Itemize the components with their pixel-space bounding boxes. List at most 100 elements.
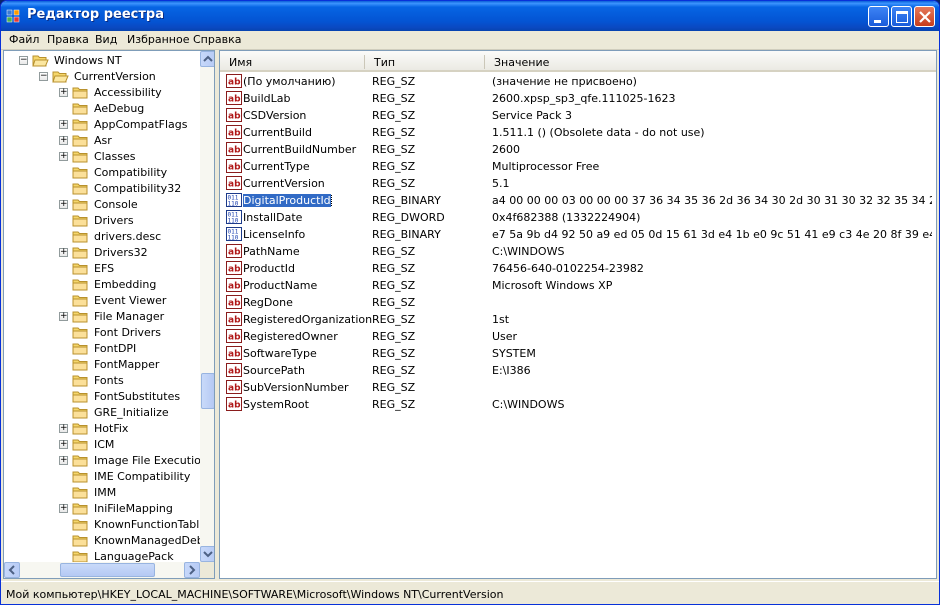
value-data: e7 5a 9b d4 92 50 a9 ed 05 0d 15 61 3d e… <box>492 228 932 241</box>
value-row[interactable]: ab CurrentBuild REG_SZ 1.511.1 () (Obsolete… <box>220 124 936 141</box>
tree-node[interactable]: + Classes <box>4 149 200 165</box>
tree-node[interactable]: FontMapper <box>4 357 200 373</box>
folder-icon <box>72 533 89 548</box>
value-name: SubVersionNumber <box>243 381 349 394</box>
expand-icon[interactable]: + <box>59 136 68 145</box>
tree-node[interactable]: + Console <box>4 197 200 213</box>
expand-icon[interactable]: + <box>59 120 68 129</box>
tree-node-current-version[interactable]: − CurrentVersion <box>4 69 200 85</box>
tree-node[interactable]: + HotFix <box>4 421 200 437</box>
tree-node[interactable]: KnownManagedDebuggingDlls <box>4 533 214 549</box>
tree-node[interactable]: GRE_Initialize <box>4 405 200 421</box>
tree-node[interactable]: KnownFunctionTableDlls <box>4 517 214 533</box>
tree-node[interactable]: IME Compatibility <box>4 469 200 485</box>
value-row[interactable]: ab SubVersionNumber REG_SZ <box>220 379 936 396</box>
tree-node[interactable]: EFS <box>4 261 200 277</box>
menu-edit[interactable]: Правка <box>47 33 89 46</box>
expand-icon[interactable]: + <box>59 456 68 465</box>
value-row[interactable]: ab SourcePath REG_SZ E:\I386 <box>220 362 936 379</box>
value-row[interactable]: ab ProductName REG_SZ Microsoft Windows XP <box>220 277 936 294</box>
tree-node[interactable]: Fonts <box>4 373 200 389</box>
value-row[interactable]: ab RegisteredOwner REG_SZ User <box>220 328 936 345</box>
tree-node[interactable]: + AppCompatFlags <box>4 117 200 133</box>
title-bar[interactable]: Редактор реестра <box>1 1 939 31</box>
value-row[interactable]: ab CSDVersion REG_SZ Service Pack 3 <box>220 107 936 124</box>
value-row[interactable]: ab RegisteredOrganization REG_SZ 1st <box>220 311 936 328</box>
value-name: InstallDate <box>243 211 303 224</box>
tree-node-windows-nt[interactable]: − Windows NT <box>4 53 200 69</box>
tree-node[interactable]: FontSubstitutes <box>4 389 200 405</box>
value-data: (значение не присвоено) <box>492 75 637 88</box>
regedit-app-icon[interactable] <box>6 8 22 24</box>
expand-icon[interactable]: + <box>59 312 68 321</box>
value-row[interactable]: ab CurrentBuildNumber REG_SZ 2600 <box>220 141 936 158</box>
tree-node[interactable]: + Accessibility <box>4 85 200 101</box>
tree-node[interactable]: AeDebug <box>4 101 200 117</box>
tree-node[interactable]: Embedding <box>4 277 200 293</box>
value-data: Multiprocessor Free <box>492 160 600 173</box>
column-header-name-label: Имя <box>229 56 253 69</box>
tree-node[interactable]: Event Viewer <box>4 293 200 309</box>
svg-text:ab: ab <box>228 129 241 139</box>
value-data: E:\I386 <box>492 364 531 377</box>
collapse-icon[interactable]: − <box>39 72 48 81</box>
value-row[interactable]: ab SystemRoot REG_SZ C:\WINDOWS <box>220 396 936 413</box>
value-data: Microsoft Windows XP <box>492 279 613 292</box>
scroll-right-button[interactable] <box>184 562 200 578</box>
collapse-icon[interactable]: − <box>19 56 28 65</box>
value-row[interactable]: ab ProductId REG_SZ 76456-640-0102254-23982 <box>220 260 936 277</box>
expand-icon[interactable]: + <box>59 504 68 513</box>
value-row[interactable]: 011 110 LicenseInfo REG_BINARY e7 5a 9b d4 9… <box>220 226 936 243</box>
close-button[interactable] <box>914 6 935 27</box>
tree-vertical-scroll-thumb[interactable] <box>201 373 214 409</box>
menu-view[interactable]: Вид <box>95 33 117 46</box>
value-name: CurrentBuild <box>243 126 312 139</box>
value-row[interactable]: 011 110 DigitalProductId REG_BINARY a4 00 00… <box>220 192 936 209</box>
tree-node[interactable]: + Asr <box>4 133 200 149</box>
tree-horizontal-scroll-thumb[interactable] <box>60 563 155 577</box>
column-header-data[interactable]: Значение <box>485 51 936 72</box>
value-row[interactable]: ab SoftwareType REG_SZ SYSTEM <box>220 345 936 362</box>
value-row[interactable]: 011 110 InstallDate REG_DWORD 0x4f682388 (13… <box>220 209 936 226</box>
scroll-up-button[interactable] <box>200 51 214 67</box>
expand-icon[interactable]: + <box>59 152 68 161</box>
value-row[interactable]: ab CurrentType REG_SZ Multiprocessor Free <box>220 158 936 175</box>
folder-icon <box>72 389 89 404</box>
value-row[interactable]: ab PathName REG_SZ C:\WINDOWS <box>220 243 936 260</box>
tree-node[interactable]: FontDPI <box>4 341 200 357</box>
scroll-left-button[interactable] <box>4 562 20 578</box>
expand-icon[interactable]: + <box>59 88 68 97</box>
menu-help[interactable]: Справка <box>193 33 241 46</box>
value-row[interactable]: ab RegDone REG_SZ <box>220 294 936 311</box>
tree-node[interactable]: Compatibility32 <box>4 181 200 197</box>
tree-node[interactable]: + IniFileMapping <box>4 501 200 517</box>
menu-file[interactable]: Файл <box>9 33 39 46</box>
tree-node[interactable]: + File Manager <box>4 309 200 325</box>
tree-node[interactable]: Compatibility <box>4 165 200 181</box>
registry-tree[interactable]: − Windows NT − CurrentVersion + Accessibility… <box>3 50 215 579</box>
tree-node[interactable]: IMM <box>4 485 200 501</box>
tree-node[interactable]: Font Drivers <box>4 325 200 341</box>
value-row[interactable]: ab (По умолчанию) REG_SZ (значение не присв… <box>220 73 936 90</box>
value-row[interactable]: ab BuildLab REG_SZ 2600.xpsp_sp3_qfe.111025… <box>220 90 936 107</box>
value-type: REG_SZ <box>372 75 416 88</box>
tree-horizontal-scrollbar[interactable] <box>4 562 200 578</box>
menu-favorites[interactable]: Избранное <box>127 33 189 46</box>
tree-node[interactable]: + ICM <box>4 437 200 453</box>
maximize-button[interactable] <box>891 6 912 27</box>
column-header-name[interactable]: Имя <box>220 51 365 72</box>
expand-icon[interactable]: + <box>59 424 68 433</box>
expand-icon[interactable]: + <box>59 440 68 449</box>
tree-node[interactable]: drivers.desc <box>4 229 200 245</box>
tree-vertical-scrollbar[interactable] <box>200 51 214 562</box>
expand-icon[interactable]: + <box>59 200 68 209</box>
expand-icon[interactable]: + <box>59 248 68 257</box>
minimize-button[interactable] <box>868 6 889 27</box>
column-header-type[interactable]: Тип <box>365 51 485 72</box>
tree-node[interactable]: Drivers <box>4 213 200 229</box>
values-list[interactable]: Имя Тип Значение ab (По умолчанию) REG_SZ(… <box>219 50 937 579</box>
tree-node[interactable]: + Image File Execution Options <box>4 453 214 469</box>
tree-node[interactable]: + Drivers32 <box>4 245 200 261</box>
scroll-down-button[interactable] <box>200 546 214 562</box>
value-row[interactable]: ab CurrentVersion REG_SZ 5.1 <box>220 175 936 192</box>
